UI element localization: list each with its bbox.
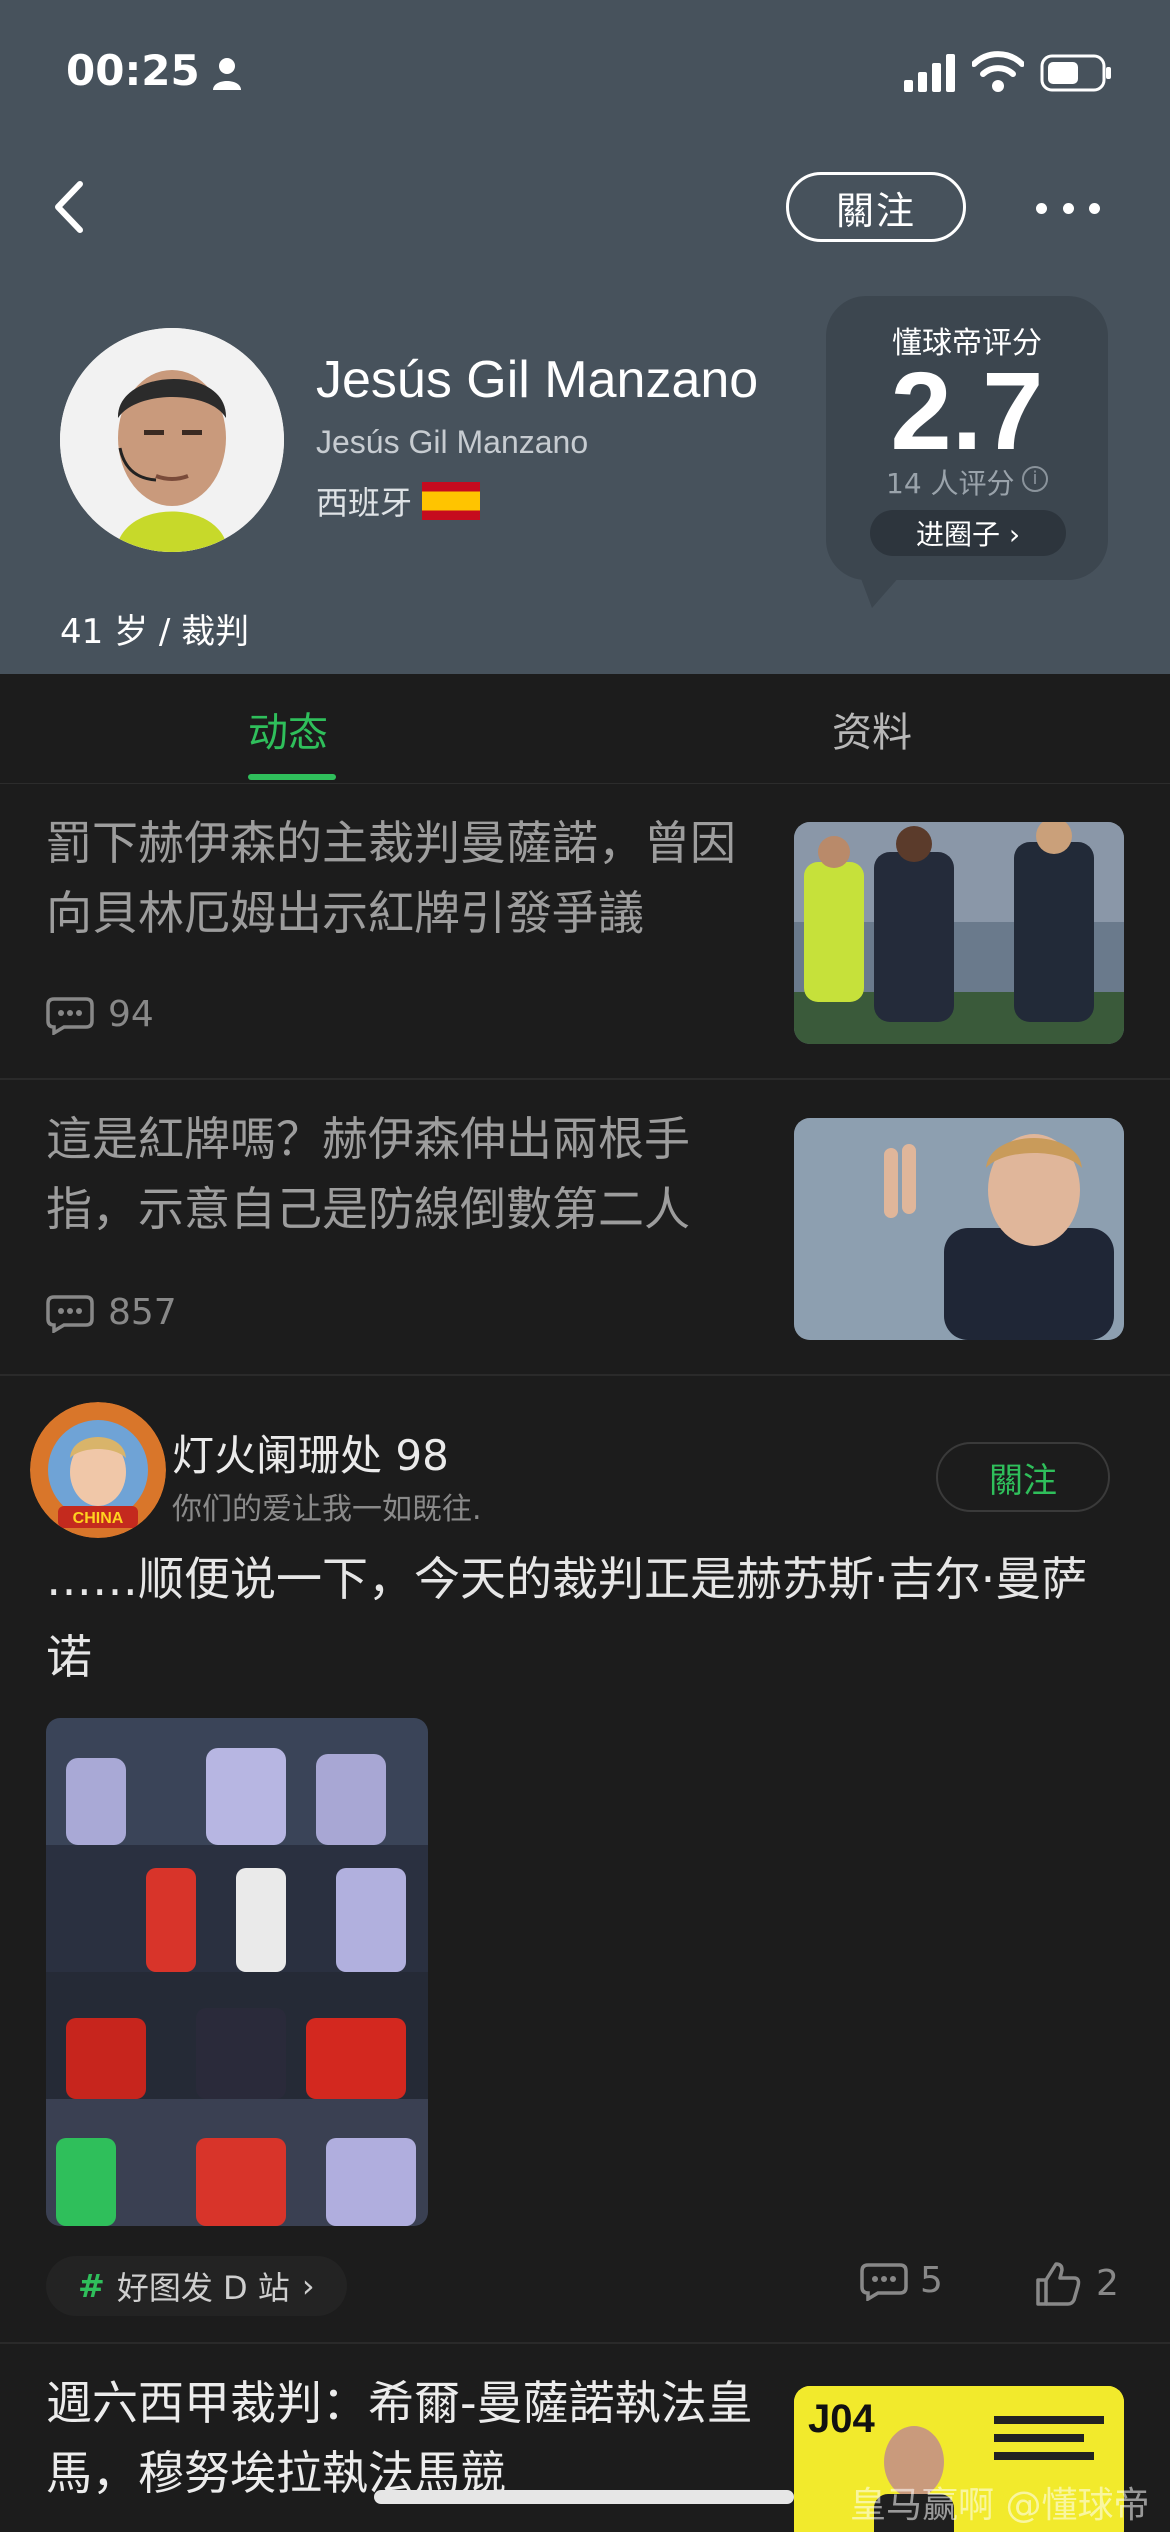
info-icon[interactable]: i xyxy=(1022,466,1048,492)
status-time: 00:25 xyxy=(66,46,200,95)
more-options-icon[interactable] xyxy=(1036,196,1100,220)
rating-count: 14 人评分 xyxy=(886,467,1015,500)
news-thumbnail xyxy=(794,822,1124,1044)
rating-value: 2.7 xyxy=(890,350,1044,473)
person-icon xyxy=(213,58,241,90)
avatar xyxy=(60,328,284,552)
news-item[interactable]: 這是紅牌嗎？赫伊森伸出兩根手指，示意自己是防線倒數第二人 857 xyxy=(0,1080,1170,1376)
cellular-signal-icon xyxy=(904,54,955,92)
follow-button[interactable]: 關注 xyxy=(786,172,966,242)
wifi-icon xyxy=(972,51,1024,92)
rating-card: 懂球帝评分 2.7 14 人评分 i 进圈子 › xyxy=(826,296,1108,580)
post-user-avatar[interactable]: CHINA xyxy=(30,1402,166,1538)
profile-alt-name: Jesús Gil Manzano xyxy=(316,424,589,460)
comment-icon xyxy=(46,996,94,1035)
user-avatar-icon: CHINA xyxy=(30,1402,166,1538)
back-chevron-icon[interactable] xyxy=(44,172,104,242)
tab-bar: 动态 资料 xyxy=(0,674,1170,784)
tab-profile-info[interactable]: 资料 xyxy=(832,700,912,758)
news-comments: 94 xyxy=(46,994,154,1035)
watermark: 皇马赢啊 @懂球帝 xyxy=(850,2485,1150,2526)
svg-text:J04: J04 xyxy=(808,2397,875,2441)
post-follow-button[interactable]: 關注 xyxy=(936,1442,1110,1512)
referee-portrait-icon xyxy=(60,328,284,552)
post-user-signature: 你们的爱让我一如既往. xyxy=(172,1492,482,1527)
post-like-count: 2 xyxy=(1096,2262,1119,2304)
join-circle-button[interactable]: 进圈子 › xyxy=(870,510,1066,556)
post-comment-button[interactable]: 5 xyxy=(860,2260,943,2301)
news-comments: 857 xyxy=(46,1292,177,1333)
post-topic-tag[interactable]: # 好图发 D 站 › xyxy=(46,2256,347,2316)
battery-icon xyxy=(1040,54,1111,92)
profile-name: Jesús Gil Manzano xyxy=(316,351,759,409)
status-bar: 00:25 xyxy=(0,0,1170,150)
match-photo-icon xyxy=(794,822,1124,1044)
news-comment-count: 857 xyxy=(108,1292,177,1333)
spain-flag-icon xyxy=(422,482,480,520)
post-like-button[interactable]: 2 xyxy=(1034,2260,1119,2306)
community-post[interactable]: CHINA 灯火阑珊处 98 你们的爱让我一如既往. 關注 ……顺便说一下，今天… xyxy=(0,1376,1170,2344)
thumbs-up-icon xyxy=(1036,2262,1081,2306)
photo-collage-icon xyxy=(46,1718,428,2226)
home-indicator[interactable] xyxy=(374,2490,794,2504)
comment-icon xyxy=(860,2262,908,2301)
news-title: 週六西甲裁判：希爾-曼薩諾執法皇馬，穆努埃拉執法馬競 xyxy=(46,2376,753,2500)
news-item[interactable]: 罰下赫伊森的主裁判曼薩諾，曾因向貝林厄姆出示紅牌引發爭議 94 xyxy=(0,784,1170,1080)
chevron-right-icon: › xyxy=(301,2267,315,2305)
player-photo-icon xyxy=(794,1118,1124,1340)
post-comment-count: 5 xyxy=(920,2260,943,2301)
post-username[interactable]: 灯火阑珊处 98 xyxy=(172,1422,449,1483)
news-thumbnail xyxy=(794,1118,1124,1340)
post-image[interactable] xyxy=(46,1718,428,2226)
news-comment-count: 94 xyxy=(108,994,154,1035)
hashtag-icon: # xyxy=(78,2267,105,2305)
news-title: 這是紅牌嗎？赫伊森伸出兩根手指，示意自己是防線倒數第二人 xyxy=(46,1112,690,1236)
news-title: 罰下赫伊森的主裁判曼薩諾，曾因向貝林厄姆出示紅牌引發爭議 xyxy=(46,816,736,940)
comment-icon xyxy=(46,1294,94,1333)
tab-feed[interactable]: 动态 xyxy=(248,700,328,758)
profile-country: 西班牙 xyxy=(316,484,413,522)
age-role: 41 岁 / 裁判 xyxy=(60,612,250,652)
tab-active-indicator xyxy=(248,774,336,780)
post-topic-label: 好图发 D 站 xyxy=(116,2269,290,2307)
svg-text:CHINA: CHINA xyxy=(73,1510,124,1527)
post-text: ……顺便说一下，今天的裁判正是赫苏斯·吉尔·曼萨诺 xyxy=(46,1552,1088,1684)
profile-header: 00:25 關注 Jesús Gil Manzano Jesús Gil Man… xyxy=(0,0,1170,674)
